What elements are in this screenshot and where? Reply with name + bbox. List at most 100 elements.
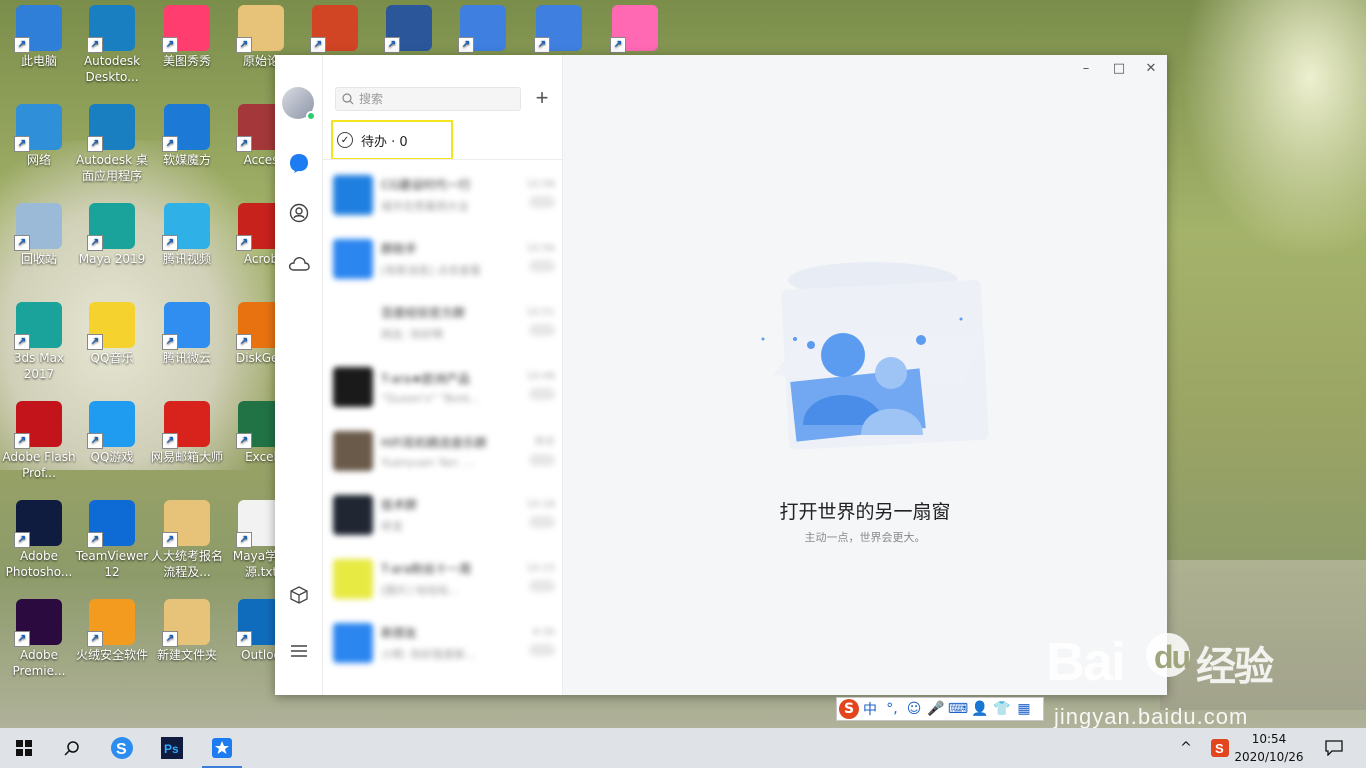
search-icon [342, 93, 354, 105]
app-box-icon[interactable] [288, 584, 310, 606]
desktop-icon-label: 新建文件夹 [156, 648, 217, 662]
app-icon [162, 203, 210, 251]
desktop-icon[interactable] [296, 5, 374, 53]
chat-list-item[interactable]: 百度经验官方群 网友: 你好啊 10:51 [323, 291, 562, 355]
desktop-icon[interactable]: Adobe Flash Prof... [0, 401, 78, 481]
desktop-icon[interactable]: Maya 2019 [73, 203, 151, 267]
desktop-icon[interactable]: Autodesk Deskto... [73, 5, 151, 85]
desktop-icon[interactable]: Autodesk 桌面应用程序 [73, 104, 151, 184]
desktop-icon[interactable]: TeamViewer 12 [73, 500, 151, 580]
desktop-icon[interactable] [370, 5, 448, 53]
toolbox-icon[interactable]: ▦ [1013, 698, 1035, 720]
message-icon[interactable] [288, 152, 310, 174]
desktop-icon[interactable]: 人大统考报名流程及... [148, 500, 226, 580]
desktop-icon-label: Adobe Flash Prof... [2, 450, 76, 480]
tray-sogou-ime[interactable]: S [1204, 728, 1236, 768]
menu-icon[interactable] [288, 640, 310, 662]
desktop-icon-label: Maya 2019 [78, 252, 146, 266]
app-icon [14, 500, 62, 548]
app-icon [14, 104, 62, 152]
desktop-icon[interactable]: Adobe Premie... [0, 599, 78, 679]
divider [323, 159, 562, 160]
sogou-ime-icon: S [1211, 739, 1229, 757]
tray-clock[interactable]: 10:54 2020/10/26 [1234, 730, 1304, 766]
mic-icon[interactable]: 🎤 [925, 698, 947, 720]
desktop-icon[interactable]: 网易邮箱大师 [148, 401, 226, 465]
desktop-icon[interactable]: 网络 [0, 104, 78, 168]
taskbar-photoshop[interactable]: Ps [148, 728, 196, 768]
desktop-icon[interactable]: 软媒魔方 [148, 104, 226, 168]
desktop-icon-label: 网络 [26, 153, 51, 167]
user-icon[interactable]: 👤 [969, 698, 991, 720]
chat-time: 10:56 [526, 243, 555, 254]
chat-avatar [333, 431, 373, 471]
mute-badge [529, 196, 555, 208]
taskbar-sogou-browser[interactable]: S [98, 728, 146, 768]
desktop-icon[interactable]: 火绒安全软件 [73, 599, 151, 663]
chat-list-item[interactable]: T-ara粉丝十一周 [图片] 咕咕咕... 10:15 [323, 547, 562, 611]
desktop-icon[interactable] [596, 5, 674, 53]
svg-text:S: S [116, 741, 127, 758]
keyboard-icon[interactable]: ⌨ [947, 698, 969, 720]
desktop-icon[interactable]: 腾讯微云 [148, 302, 226, 366]
chat-list-item[interactable]: CG建设时代一行 城市优秀案例大全 10:58 [323, 163, 562, 227]
punctuation-icon[interactable]: °, [881, 698, 903, 720]
chat-avatar [333, 623, 373, 663]
chat-preview: [有新消息] 点击查看 [381, 264, 482, 277]
start-button[interactable] [0, 728, 48, 768]
app-icon [458, 5, 506, 53]
action-center-button[interactable] [1312, 728, 1356, 768]
desktop-icon-label: 腾讯视频 [162, 252, 211, 266]
app-icon [310, 5, 358, 53]
desktop-icon[interactable]: Adobe Photosho... [0, 500, 78, 580]
desktop-icon[interactable]: 此电脑 [0, 5, 78, 69]
chat-list-item[interactable]: 群助手 [有新消息] 点击查看 10:56 [323, 227, 562, 291]
chat-name: HiFi耳机精选音乐群 [381, 435, 487, 450]
chat-preview: 转发 [381, 520, 403, 533]
search-box[interactable] [335, 87, 521, 111]
app-icon [87, 500, 135, 548]
chat-list-item[interactable]: HiFi耳机精选音乐群 Yuanyuan Yan: ... 昨天 [323, 419, 562, 483]
chat-list-item[interactable]: 技术群 转发 10:18 [323, 483, 562, 547]
chat-name: 技术群 [381, 498, 418, 512]
desktop-icon[interactable]: 新建文件夹 [148, 599, 226, 663]
minimize-button[interactable]: – [1071, 58, 1101, 80]
desktop-icon[interactable]: 回收站 [0, 203, 78, 267]
skin-icon[interactable]: 👕 [991, 698, 1013, 720]
sogou-logo-icon[interactable]: S [839, 699, 859, 719]
taskbar-search-button[interactable] [48, 728, 96, 768]
todo-entry[interactable]: ✓ 待办 · 0 [331, 120, 453, 160]
ime-mode-toggle[interactable]: 中 [859, 698, 881, 720]
close-button[interactable]: ✕ [1136, 58, 1166, 80]
ime-toolbar: S 中 °, ☺ 🎤 ⌨ 👤 👕 ▦ [836, 697, 1044, 721]
emoji-icon[interactable]: ☺ [903, 698, 925, 720]
add-button[interactable]: + [531, 87, 553, 110]
taskbar-qq[interactable] [198, 728, 246, 768]
desktop-icon[interactable]: QQ游戏 [73, 401, 151, 465]
online-status-dot [306, 111, 316, 121]
chat-time: 10:15 [526, 563, 555, 574]
desktop-icon[interactable] [520, 5, 598, 53]
svg-text:du: du [1154, 639, 1190, 675]
desktop-icon[interactable]: 美图秀秀 [148, 5, 226, 69]
chat-avatar [333, 495, 373, 535]
clock-date: 2020/10/26 [1234, 750, 1304, 764]
desktop-icon[interactable]: QQ音乐 [73, 302, 151, 366]
maximize-button[interactable]: □ [1104, 58, 1134, 80]
chat-preview: 小明: 你好我是新... [381, 648, 476, 661]
desktop-icon[interactable]: 腾讯视频 [148, 203, 226, 267]
avatar[interactable] [282, 87, 316, 121]
desktop-icon-label: QQ游戏 [90, 450, 134, 464]
empty-state-title: 打开世界的另一扇窗 [779, 501, 951, 523]
tray-overflow-button[interactable]: ^ [1168, 728, 1204, 768]
chat-list-item[interactable]: T-ara★欧洲产品 "Queen's" "Bold... 10:48 [323, 355, 562, 419]
cloud-icon[interactable] [288, 253, 310, 275]
app-icon [14, 599, 62, 647]
chat-list-item[interactable]: 新朋友 小明: 你好我是新... 9:30 [323, 611, 562, 675]
chat-name: T-ara★欧洲产品 [381, 371, 470, 386]
app-icon [87, 302, 135, 350]
desktop-icon[interactable]: 3ds Max 2017 [0, 302, 78, 382]
search-input[interactable] [359, 92, 509, 106]
desktop-icon[interactable] [444, 5, 522, 53]
contacts-icon[interactable] [288, 202, 310, 224]
